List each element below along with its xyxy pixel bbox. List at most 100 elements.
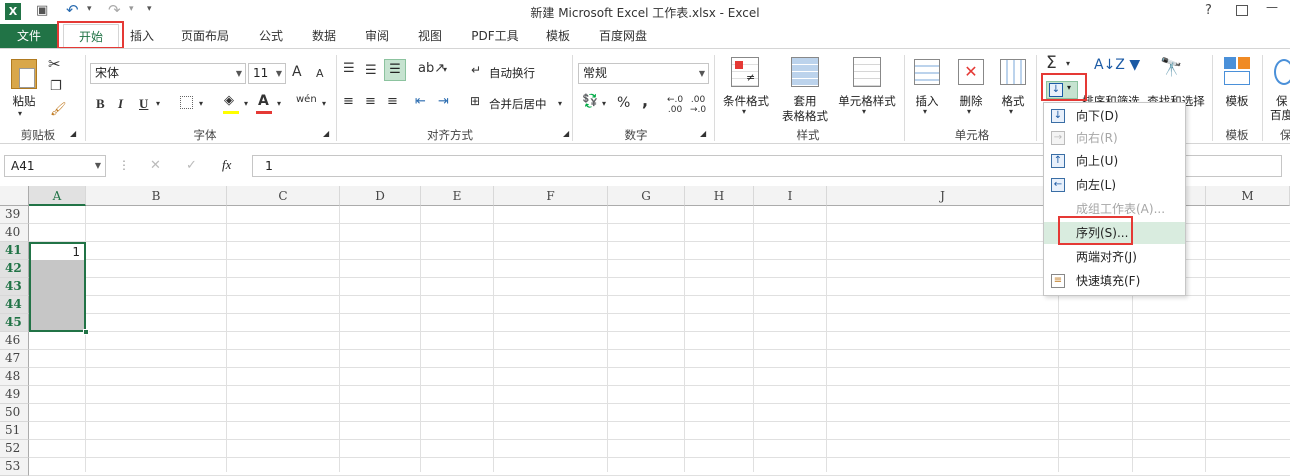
merge-center-button[interactable]: 合并后居中	[489, 96, 547, 112]
name-box[interactable]: A41 ▼	[4, 155, 106, 177]
merge-dropdown-icon[interactable]: ▾	[558, 99, 562, 108]
format-as-table-icon[interactable]	[791, 57, 819, 87]
tab-pdf-tools[interactable]: PDF工具	[464, 24, 526, 48]
borders-dropdown-icon[interactable]: ▾	[199, 99, 203, 108]
column-header[interactable]: I	[754, 186, 827, 206]
italic-button[interactable]: I	[118, 96, 123, 112]
font-color-dropdown-icon[interactable]: ▾	[277, 99, 281, 108]
minimize-button[interactable]: —	[1266, 0, 1278, 14]
bold-button[interactable]: B	[96, 96, 105, 112]
orientation-icon[interactable]: ab↗	[418, 61, 445, 76]
format-as-table-label-2[interactable]: 表格格式	[772, 108, 838, 124]
template-button[interactable]: 模板	[1222, 93, 1252, 109]
format-cells-icon[interactable]	[1000, 59, 1026, 85]
orientation-dropdown-icon[interactable]: ▾	[443, 65, 447, 74]
paste-icon[interactable]	[11, 59, 37, 89]
conditional-dropdown-icon[interactable]: ▾	[742, 107, 746, 116]
cell-styles-button[interactable]: 单元格样式	[834, 93, 900, 109]
phonetic-icon[interactable]: wén	[296, 94, 317, 105]
row-header[interactable]: 52	[0, 440, 29, 458]
tab-view[interactable]: 视图	[410, 24, 450, 48]
row-header[interactable]: 51	[0, 422, 29, 440]
select-all-corner[interactable]	[0, 186, 29, 206]
enter-icon[interactable]: ✓	[186, 158, 197, 173]
conditional-formatting-icon[interactable]: ≠	[731, 57, 759, 87]
tab-insert[interactable]: 插入	[122, 24, 162, 48]
help-button[interactable]: ?	[1205, 3, 1212, 18]
selected-range[interactable]: 1	[29, 242, 86, 332]
borders-icon[interactable]	[180, 96, 193, 109]
tab-file[interactable]: 文件	[0, 24, 58, 48]
menu-item-justify[interactable]: 两端对齐(J)	[1044, 246, 1185, 268]
paste-button[interactable]: 粘贴	[6, 93, 42, 109]
alignment-launcher-icon[interactable]: ◢	[563, 129, 569, 138]
row-header[interactable]: 39	[0, 206, 29, 224]
row-header[interactable]: 45	[0, 314, 29, 332]
column-header[interactable]: D	[340, 186, 421, 206]
align-top-icon[interactable]: ☰	[343, 61, 355, 76]
row-header[interactable]: 53	[0, 458, 29, 476]
copy-icon[interactable]: ❐	[50, 79, 62, 94]
cell-styles-dropdown-icon[interactable]: ▾	[862, 107, 866, 116]
font-color-icon[interactable]: A	[258, 93, 269, 109]
align-bottom-icon[interactable]: ☰	[384, 59, 406, 81]
merge-center-icon[interactable]: ⊞	[470, 94, 480, 108]
tab-review[interactable]: 审阅	[357, 24, 397, 48]
row-header[interactable]: 46	[0, 332, 29, 350]
underline-button[interactable]: U	[139, 96, 148, 112]
menu-item-fill-up[interactable]: ↑ 向上(U)	[1044, 150, 1185, 172]
menu-item-fill-down[interactable]: ↓ 向下(D)	[1044, 105, 1185, 127]
row-header[interactable]: 42	[0, 260, 29, 278]
find-select-icon[interactable]: 🔭	[1160, 57, 1182, 78]
delete-dropdown-icon[interactable]: ▾	[967, 107, 971, 116]
underline-dropdown-icon[interactable]: ▾	[156, 99, 160, 108]
column-header[interactable]: B	[86, 186, 227, 206]
decrease-decimal-icon[interactable]: .00 →.0	[690, 95, 706, 115]
menu-item-flash-fill[interactable]: ≡ 快速填充(F)	[1044, 270, 1185, 292]
comma-style-button[interactable]: ,	[642, 91, 648, 110]
wrap-text-icon[interactable]: ↵	[471, 63, 481, 77]
font-launcher-icon[interactable]: ◢	[323, 129, 329, 138]
font-name-select[interactable]: 宋体 ▼	[90, 63, 246, 84]
delete-cells-icon[interactable]: ✕	[958, 59, 984, 85]
cancel-icon[interactable]: ✕	[150, 158, 161, 173]
grow-font-icon[interactable]: A	[292, 64, 302, 80]
row-header[interactable]: 48	[0, 368, 29, 386]
shrink-font-icon[interactable]: A	[316, 67, 324, 80]
column-header[interactable]: H	[685, 186, 754, 206]
fill-color-dropdown-icon[interactable]: ▾	[244, 99, 248, 108]
baidu-save-icon[interactable]	[1274, 59, 1290, 85]
row-header[interactable]: 50	[0, 404, 29, 422]
insert-dropdown-icon[interactable]: ▾	[923, 107, 927, 116]
row-header[interactable]: 40	[0, 224, 29, 242]
align-left-icon[interactable]: ≡	[343, 94, 354, 109]
format-painter-icon[interactable]: 🖌	[50, 102, 67, 117]
phonetic-dropdown-icon[interactable]: ▾	[322, 99, 326, 108]
increase-decimal-icon[interactable]: ←.0.00	[667, 95, 683, 115]
increase-indent-icon[interactable]: ⇥	[438, 94, 449, 109]
menu-item-fill-right[interactable]: → 向右(R)	[1044, 127, 1185, 149]
column-header[interactable]: F	[494, 186, 608, 206]
tab-formulas[interactable]: 公式	[251, 24, 291, 48]
row-header[interactable]: 41	[0, 242, 29, 260]
tab-page-layout[interactable]: 页面布局	[173, 24, 237, 48]
column-header[interactable]: C	[227, 186, 340, 206]
autosum-icon[interactable]: Σ	[1046, 53, 1057, 73]
insert-function-icon[interactable]: fx	[222, 157, 231, 173]
row-header[interactable]: 49	[0, 386, 29, 404]
fill-handle[interactable]	[83, 329, 89, 335]
column-header[interactable]: M	[1206, 186, 1290, 206]
format-as-table-button[interactable]: 套用	[788, 93, 822, 109]
row-header[interactable]: 47	[0, 350, 29, 368]
column-header[interactable]: J	[827, 186, 1059, 206]
row-header[interactable]: 43	[0, 278, 29, 296]
tab-templates[interactable]: 模板	[538, 24, 578, 48]
percent-style-button[interactable]: %	[617, 95, 630, 111]
autosum-dropdown-icon[interactable]: ▾	[1066, 59, 1070, 68]
cell-styles-icon[interactable]	[853, 57, 881, 87]
format-dropdown-icon[interactable]: ▾	[1009, 107, 1013, 116]
column-header[interactable]: G	[608, 186, 685, 206]
number-format-select[interactable]: 常规 ▼	[578, 63, 709, 84]
clipboard-launcher-icon[interactable]: ◢	[70, 129, 76, 138]
align-center-icon[interactable]: ≡	[365, 94, 376, 109]
